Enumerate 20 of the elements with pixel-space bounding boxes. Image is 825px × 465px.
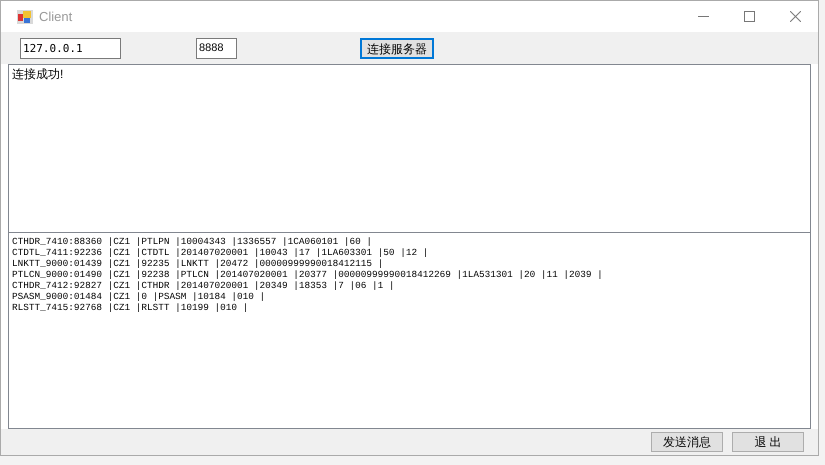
- app-icon: [17, 10, 33, 24]
- maximize-icon: [744, 11, 754, 22]
- port-field[interactable]: 8888: [196, 38, 237, 58]
- data-line: CTDTL_7411:92236 |CZ1 |CTDTL |201407020001 |10043 |17 |1LA603301 |50 |12 |: [12, 247, 428, 258]
- close-icon: [790, 11, 800, 22]
- data-line: RLSTT_7415:92768 |CZ1 |RLSTT |10199 |010 |: [12, 302, 248, 313]
- log-textbox[interactable]: 连接成功!: [8, 64, 811, 233]
- host-field[interactable]: 127.0.0.1: [20, 38, 121, 58]
- data-textbox[interactable]: [8, 233, 811, 429]
- footer-button[interactable]: 发送消息: [651, 432, 723, 452]
- connect-button[interactable]: 连接服务器: [360, 38, 434, 58]
- data-line: PSASM_9000:01484 |CZ1 |0 |PSASM |10184 |010 |: [12, 291, 266, 302]
- data-line: CTHDR_7410:88360 |CZ1 |PTLPN |10004343 |1336557 |1CA060101 |60 |: [12, 236, 372, 247]
- minimize-icon: [698, 16, 708, 17]
- window-title: Client: [39, 8, 72, 26]
- data-line: LNKTT_9000:01439 |CZ1 |92235 |LNKTT |20472 |00000999990018412115 |: [12, 258, 384, 269]
- footer-button[interactable]: 退 出: [732, 432, 804, 452]
- data-line: CTHDR_7412:92827 |CZ1 |CTHDR |201407020001 |20349 |18353 |7 |06 |1 |: [12, 280, 395, 291]
- data-line: PTLCN_9000:01490 |CZ1 |92238 |PTLCN |201407020001 |20377 |00000999990018412269 |1LA531301 |20 |11 |2039 |: [12, 269, 603, 280]
- log-line: 连接成功!: [12, 67, 64, 82]
